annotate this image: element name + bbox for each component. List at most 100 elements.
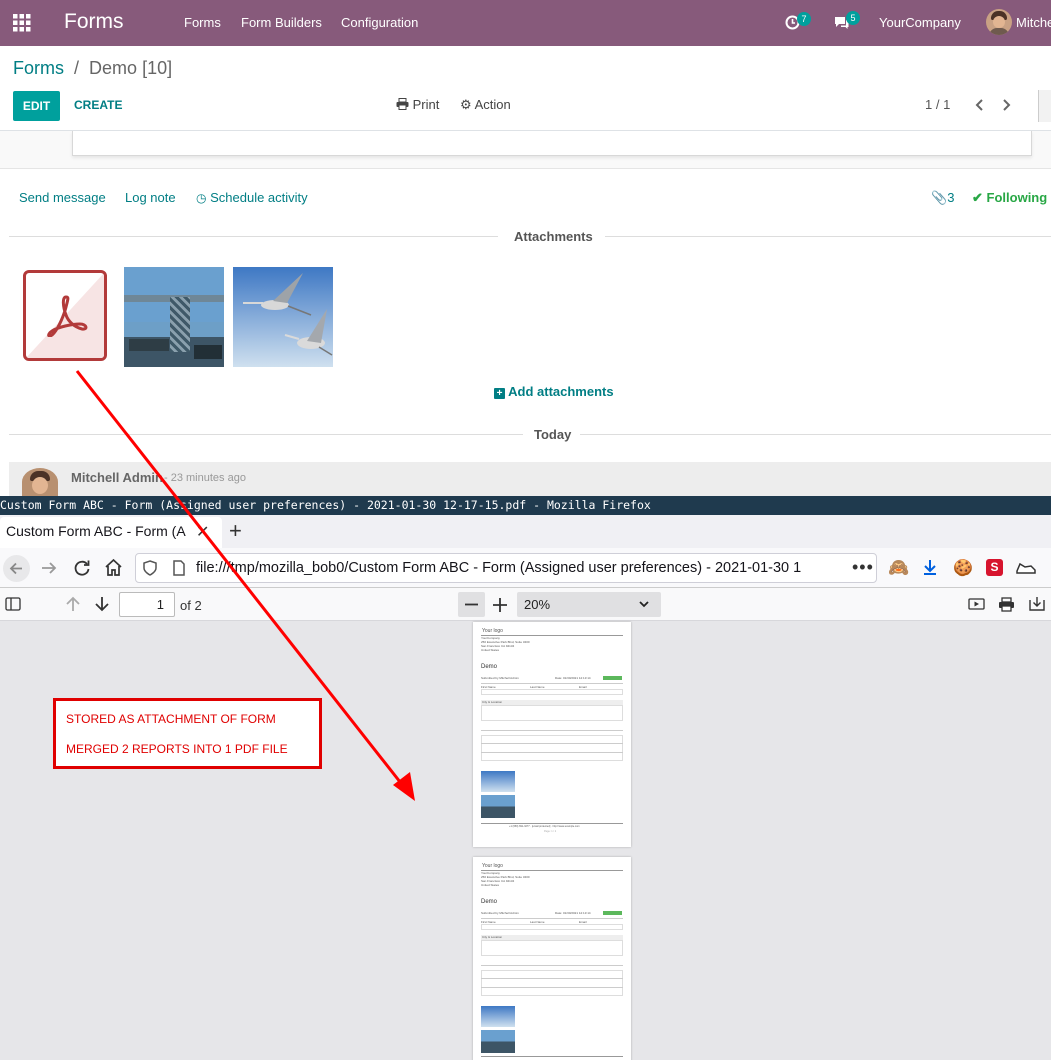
message-author[interactable]: Mitchell Admin [71,470,163,485]
cranes-illustration [243,273,333,356]
add-attachments-label: Add attachments [508,384,614,399]
firefox-window-title: Custom Form ABC - Form (Assigned user pr… [0,496,1051,515]
back-arrow-icon [9,562,22,575]
tracking-shield-icon[interactable] [143,560,157,576]
menu-configuration[interactable]: Configuration [341,15,418,30]
downloads-icon[interactable] [921,558,939,576]
author-avatar[interactable] [22,468,58,496]
extension-monkey-icon[interactable]: 🙈 [888,558,909,578]
print-label: Print [412,97,440,112]
schedule-activity-label: Schedule activity [210,190,308,205]
today-separator: Today [534,427,572,442]
pdf-form-title: Demo [481,899,498,905]
pdf-cranes-image [481,1006,515,1027]
today-divider-right [580,434,1051,435]
messages-badge: 5 [846,11,860,25]
page-actions-icon[interactable]: ••• [852,557,874,578]
following-button[interactable]: ✔ Following [972,190,1047,206]
extension-cookie-icon[interactable]: 🍪 [953,558,973,578]
top-navbar: Forms Forms Form Builders Configuration … [0,0,1051,46]
action-button[interactable]: ⚙ Action [460,97,511,113]
page-number-input[interactable]: 1 [119,592,175,617]
pager-previous-icon[interactable] [974,99,984,111]
pdf-submitted-by: Submitted by Mitchell Admin [481,676,519,680]
url-text: file:///tmp/mozilla_bob0/Custom Form ABC… [196,560,802,576]
activity-badge: 7 [797,12,811,26]
schedule-activity-button[interactable]: ◷ Schedule activity [196,190,308,205]
zoom-select[interactable]: 20% [517,592,661,617]
printer-icon [396,98,409,110]
app-grid-icon[interactable] [13,14,31,32]
user-avatar[interactable] [986,9,1012,35]
pdf-bridge-image [481,1030,515,1053]
company-switcher[interactable]: YourCompany [879,15,961,30]
tab-close-icon[interactable]: ✕ [196,522,209,542]
bridge-image-attachment[interactable] [124,267,224,367]
save-download-icon[interactable] [1028,596,1046,612]
app-title[interactable]: Forms [64,10,124,34]
add-attachments-button[interactable]: + Add attachments [494,384,614,399]
pdf-attachment-thumbnail[interactable] [23,270,107,361]
pdf-section-label: City & Location [482,700,503,704]
pdf-logo: Your logo [482,628,503,634]
plus-square-icon: + [494,388,505,399]
pdf-field-row [481,924,623,930]
edit-button[interactable]: EDIT [13,91,60,121]
pdf-footer: +1 (650) 691-3277 · [email protected] · … [509,825,580,828]
pdf-state-badge [603,911,622,915]
pdf-print-icon[interactable] [998,597,1015,612]
pdf-cranes-image [481,771,515,792]
zoom-in-icon[interactable] [490,595,510,615]
pdf-company-line: United States [481,883,500,887]
user-menu[interactable]: Mitche [1016,15,1051,30]
previous-page-icon[interactable] [65,596,81,612]
attachments-toggle[interactable]: 📎3 [931,190,954,206]
attachments-divider-left [9,236,498,237]
send-message-button[interactable]: Send message [19,190,106,205]
print-button[interactable]: Print [396,97,439,112]
clock-icon: ◷ [196,191,207,205]
page-info-icon[interactable] [172,560,186,576]
sidebar-toggle-icon[interactable] [5,597,21,611]
pdf-section-label: City & Location [482,935,503,939]
reload-icon[interactable] [73,559,91,577]
pdf-section-body [481,705,623,721]
firefox-tab[interactable]: Custom Form ABC - Form (A [0,517,222,548]
back-button[interactable] [3,555,30,582]
forward-arrow-icon[interactable] [40,559,58,577]
home-icon[interactable] [104,558,123,577]
pdf-company-line: United States [481,648,500,652]
extension-s-icon[interactable]: S [986,559,1003,576]
pdf-bridge-image [481,795,515,818]
dropdown-chevron-icon [639,601,649,608]
pdf-date: Date: 01/30/2021 12:13:14 [555,676,591,680]
cranes-image-attachment[interactable] [233,267,333,367]
pdf-page-1: Your logo YourCompany 250 Executive Park… [473,622,631,847]
extension-sneaker-icon[interactable] [1016,559,1036,576]
pdf-page-label: Page: 1 / 2 [544,830,557,833]
url-bar[interactable]: file:///tmp/mozilla_bob0/Custom Form ABC… [135,553,877,583]
create-button[interactable]: CREATE [74,98,122,112]
today-divider-left [9,434,523,435]
pdf-table [481,735,623,761]
zoom-value: 20% [524,597,551,612]
pdf-field-row [481,689,623,695]
view-switcher[interactable] [1038,90,1051,122]
pdf-state-badge [603,676,622,680]
menu-forms[interactable]: Forms [184,15,221,30]
pdf-table [481,970,623,996]
breadcrumb-forms[interactable]: Forms [13,58,64,78]
zoom-out-button[interactable] [458,592,485,617]
next-page-icon[interactable] [94,596,110,612]
new-tab-icon[interactable]: + [229,518,242,544]
page-total-label: of 2 [180,598,202,613]
paperclip-icon: 📎 [931,190,948,205]
pager-next-icon[interactable] [1002,99,1012,111]
presentation-mode-icon[interactable] [968,597,985,612]
pdf-form-title: Demo [481,664,498,670]
log-note-button[interactable]: Log note [125,190,176,205]
pdf-file-icon [47,295,88,337]
pager-value[interactable]: 1 / 1 [925,97,950,112]
menu-form-builders[interactable]: Form Builders [241,15,322,30]
attachment-count: 3 [947,190,955,205]
